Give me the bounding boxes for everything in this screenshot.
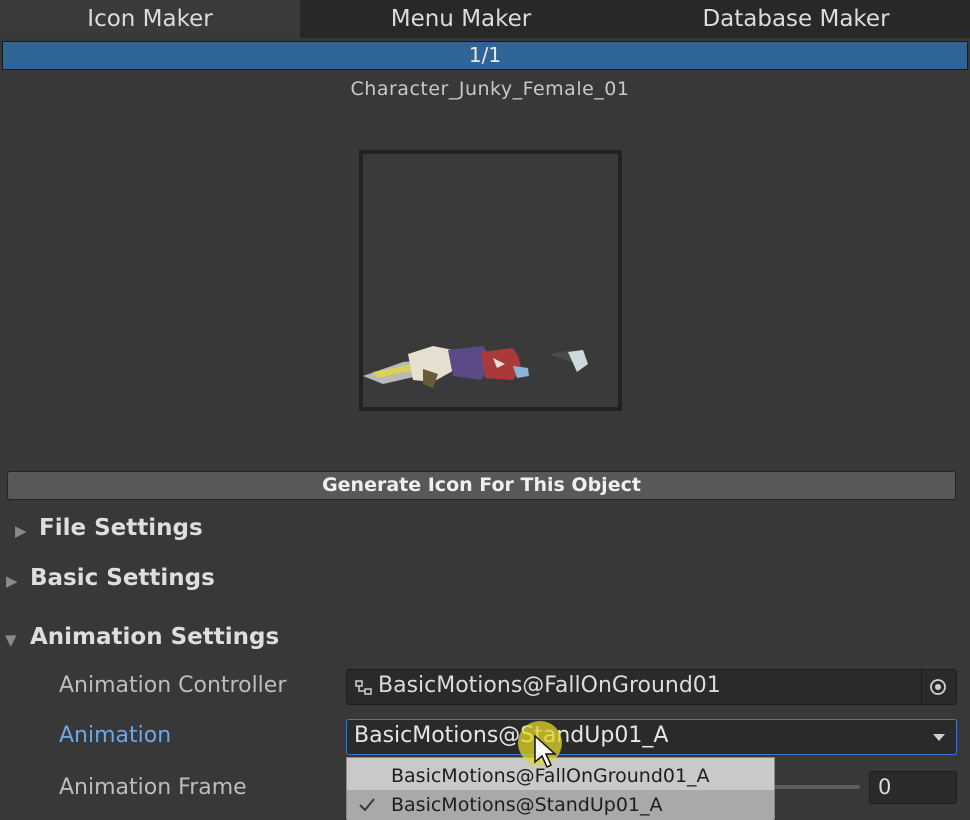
animation-controller-label: Animation Controller: [59, 673, 287, 698]
animation-frame-label: Animation Frame: [59, 775, 247, 800]
animation-frame-input[interactable]: 0: [869, 771, 957, 804]
progress-bar: 1/1: [2, 41, 968, 70]
animation-controller-value: BasicMotions@FallOnGround01: [378, 673, 721, 698]
collapsed-arrow-icon[interactable]: ▶: [15, 522, 27, 540]
expanded-arrow-icon[interactable]: ▼: [5, 631, 17, 649]
progress-text: 1/1: [468, 43, 502, 67]
animation-frame-value: 0: [878, 775, 892, 799]
object-picker-button[interactable]: [921, 670, 956, 704]
character-preview-image: [363, 346, 588, 388]
dropdown-caret-icon: [933, 734, 945, 741]
collapsed-arrow-icon[interactable]: ▶: [6, 572, 18, 590]
icon-preview: [359, 150, 622, 411]
foldout-animation-settings[interactable]: Animation Settings: [30, 624, 279, 650]
dropdown-option-label: BasicMotions@StandUp01_A: [391, 794, 663, 816]
checkmark-icon: [359, 798, 375, 812]
object-picker-icon: [930, 679, 946, 695]
tab-menu-maker[interactable]: Menu Maker: [302, 0, 620, 38]
generate-icon-button[interactable]: Generate Icon For This Object: [7, 471, 956, 500]
foldout-basic-settings[interactable]: Basic Settings: [30, 565, 215, 591]
dropdown-option-selected[interactable]: BasicMotions@StandUp01_A: [347, 790, 774, 820]
animation-dropdown[interactable]: BasicMotions@StandUp01_A: [346, 719, 957, 755]
animation-label: Animation: [59, 723, 172, 748]
tab-icon-maker[interactable]: Icon Maker: [0, 0, 300, 38]
animator-controller-icon: [355, 680, 372, 695]
animation-controller-field[interactable]: BasicMotions@FallOnGround01: [346, 669, 957, 705]
tab-database-maker[interactable]: Database Maker: [622, 0, 970, 38]
animation-dropdown-value: BasicMotions@StandUp01_A: [354, 723, 669, 748]
foldout-file-settings[interactable]: File Settings: [39, 515, 203, 541]
tab-bar: Icon Maker Menu Maker Database Maker: [0, 0, 970, 38]
object-name-label: Character_Junky_Female_01: [350, 78, 630, 100]
mouse-cursor-icon: [534, 734, 557, 769]
